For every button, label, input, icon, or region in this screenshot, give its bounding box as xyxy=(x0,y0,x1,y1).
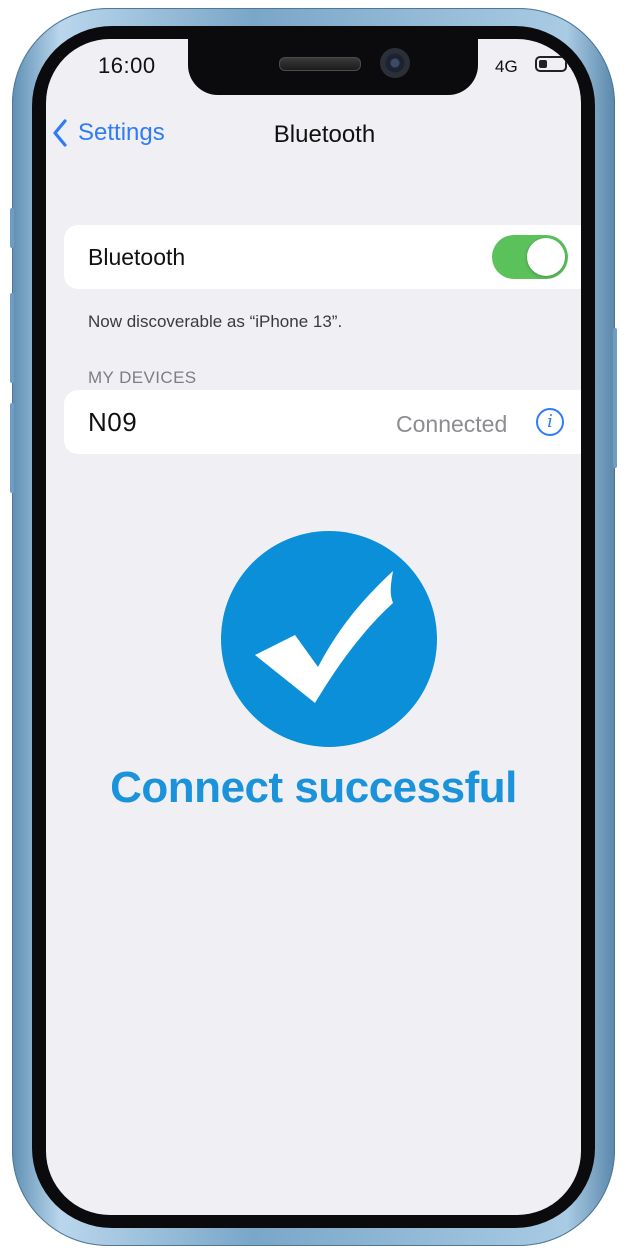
bluetooth-toggle[interactable] xyxy=(492,235,568,279)
front-camera xyxy=(380,48,410,78)
volume-down-button xyxy=(10,403,14,493)
device-row-n09[interactable]: N09 Connected i xyxy=(64,390,581,454)
phone-frame: 16:00 4G Settings Bluetooth Bluetooth No… xyxy=(10,8,617,1246)
my-devices-header: MY DEVICES xyxy=(88,368,197,387)
page-title: Bluetooth xyxy=(273,121,376,148)
info-icon[interactable]: i xyxy=(536,408,564,436)
notch xyxy=(188,39,478,95)
status-time: 16:00 xyxy=(98,53,156,78)
success-message: Connect successful xyxy=(110,763,517,812)
side-button xyxy=(10,208,14,248)
battery-tip xyxy=(569,61,572,67)
battery-level xyxy=(539,60,547,68)
volume-up-button xyxy=(10,293,14,383)
device-status: Connected xyxy=(396,411,508,437)
phone-bezel: 16:00 4G Settings Bluetooth Bluetooth No… xyxy=(32,26,595,1228)
battery-icon xyxy=(535,56,567,72)
bluetooth-row: Bluetooth xyxy=(64,225,581,289)
power-button xyxy=(613,328,617,468)
network-indicator: 4G xyxy=(495,57,518,76)
bluetooth-label: Bluetooth xyxy=(88,244,186,270)
device-name: N09 xyxy=(88,407,138,437)
speaker-grille xyxy=(279,57,361,71)
toggle-knob xyxy=(527,238,565,276)
checkmark-icon xyxy=(255,571,393,703)
screen: 16:00 4G Settings Bluetooth Bluetooth No… xyxy=(46,39,581,1215)
discoverable-note: Now discoverable as “iPhone 13”. xyxy=(88,312,343,331)
checkmark-circle-icon xyxy=(221,531,437,747)
